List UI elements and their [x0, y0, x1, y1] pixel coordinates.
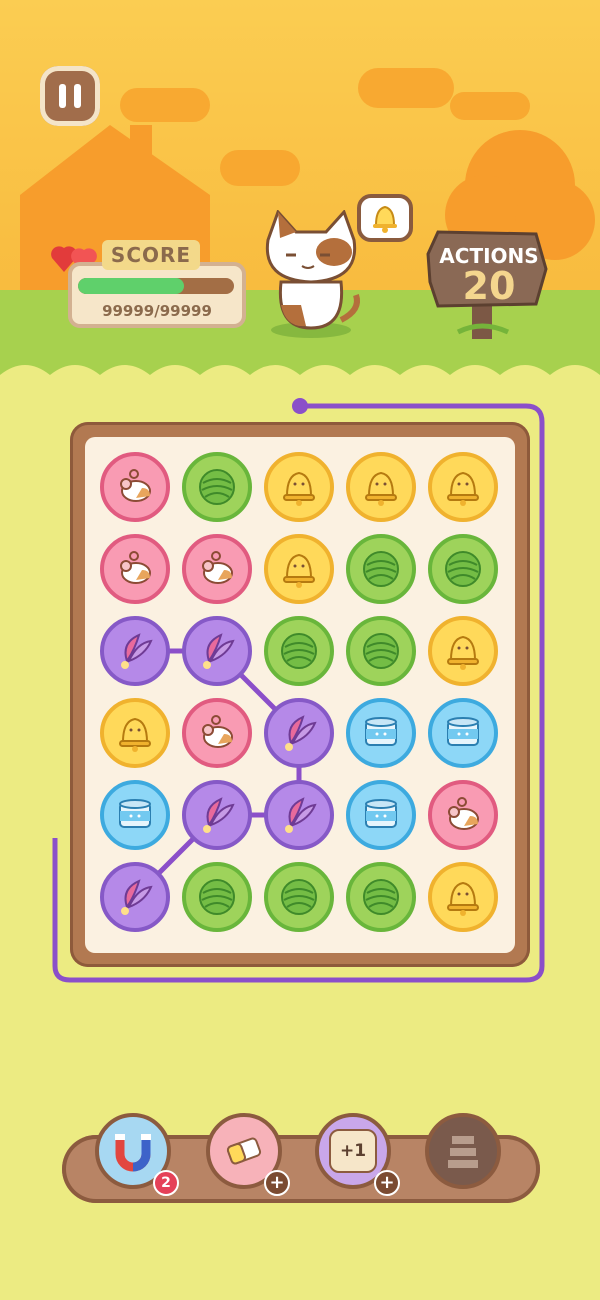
mouse-tile[interactable] [182, 698, 252, 768]
bell-tile[interactable] [428, 452, 498, 522]
feather-icon [195, 629, 239, 673]
mouse-icon [196, 712, 238, 754]
feather-icon [195, 793, 239, 837]
mouse-icon [442, 794, 484, 836]
pause-icon [59, 84, 66, 108]
feather-icon [277, 711, 321, 755]
can-icon [359, 711, 403, 755]
yarn-tile[interactable] [264, 862, 334, 932]
feather-icon [277, 793, 321, 837]
can-tile[interactable] [346, 780, 416, 850]
pause-button[interactable] [40, 66, 100, 126]
mouse-icon [196, 548, 238, 590]
plus-one-icon: +1 [329, 1129, 377, 1173]
yarn-icon [359, 629, 403, 673]
game-scene: SCORE 99999/99999 ACTIONS 20 2 + +1 + [0, 0, 600, 1300]
score-label: SCORE [102, 240, 200, 270]
feather-tile[interactable] [182, 780, 252, 850]
magnet-icon [115, 1134, 151, 1172]
yarn-tile[interactable] [428, 534, 498, 604]
yarn-tile[interactable] [346, 862, 416, 932]
mouse-tile[interactable] [428, 780, 498, 850]
shelf-icon [448, 1136, 478, 1168]
plus-one-add-badge[interactable]: + [374, 1170, 400, 1196]
yarn-icon [359, 547, 403, 591]
mouse-icon [114, 466, 156, 508]
pause-icon [74, 84, 81, 108]
bell-icon [442, 876, 484, 918]
score-progress-fill [78, 278, 185, 294]
bell-tile[interactable] [100, 698, 170, 768]
bell-tile[interactable] [428, 862, 498, 932]
cloud [220, 150, 300, 186]
mouse-tile[interactable] [100, 452, 170, 522]
mouse-tile[interactable] [182, 534, 252, 604]
target-bubble [357, 194, 413, 242]
yarn-icon [277, 629, 321, 673]
bell-icon [278, 548, 320, 590]
yarn-tile[interactable] [182, 862, 252, 932]
can-icon [113, 793, 157, 837]
bell-icon [360, 466, 402, 508]
actions-count: 20 [462, 264, 516, 308]
yarn-icon [441, 547, 485, 591]
can-tile[interactable] [100, 780, 170, 850]
bell-tile[interactable] [346, 452, 416, 522]
yarn-icon [195, 875, 239, 919]
feather-tile[interactable] [264, 698, 334, 768]
yarn-icon [359, 875, 403, 919]
bell-icon [373, 205, 397, 233]
feather-tile[interactable] [182, 616, 252, 686]
yarn-tile[interactable] [346, 534, 416, 604]
eraser-icon [226, 1137, 262, 1165]
can-tile[interactable] [346, 698, 416, 768]
score-value: 99999/99999 [102, 302, 212, 320]
feather-tile[interactable] [100, 616, 170, 686]
magnet-count-badge: 2 [153, 1170, 179, 1196]
mouse-tile[interactable] [100, 534, 170, 604]
can-icon [359, 793, 403, 837]
bell-tile[interactable] [264, 534, 334, 604]
yarn-tile[interactable] [264, 616, 334, 686]
feather-tile[interactable] [264, 780, 334, 850]
bell-icon [442, 630, 484, 672]
mouse-icon [114, 548, 156, 590]
bell-tile[interactable] [264, 452, 334, 522]
bell-icon [442, 466, 484, 508]
bell-icon [278, 466, 320, 508]
cloud [358, 68, 454, 108]
feather-icon [113, 875, 157, 919]
bell-icon [114, 712, 156, 754]
score-progress-bar [78, 278, 234, 294]
feather-icon [113, 629, 157, 673]
can-tile[interactable] [428, 698, 498, 768]
eraser-add-badge[interactable]: + [264, 1170, 290, 1196]
yarn-tile[interactable] [182, 452, 252, 522]
cat-character [265, 210, 360, 338]
bell-tile[interactable] [428, 616, 498, 686]
locked-shelf-button[interactable] [425, 1113, 501, 1189]
yarn-tile[interactable] [346, 616, 416, 686]
feather-tile[interactable] [100, 862, 170, 932]
can-icon [441, 711, 485, 755]
yarn-icon [277, 875, 321, 919]
yarn-icon [195, 465, 239, 509]
